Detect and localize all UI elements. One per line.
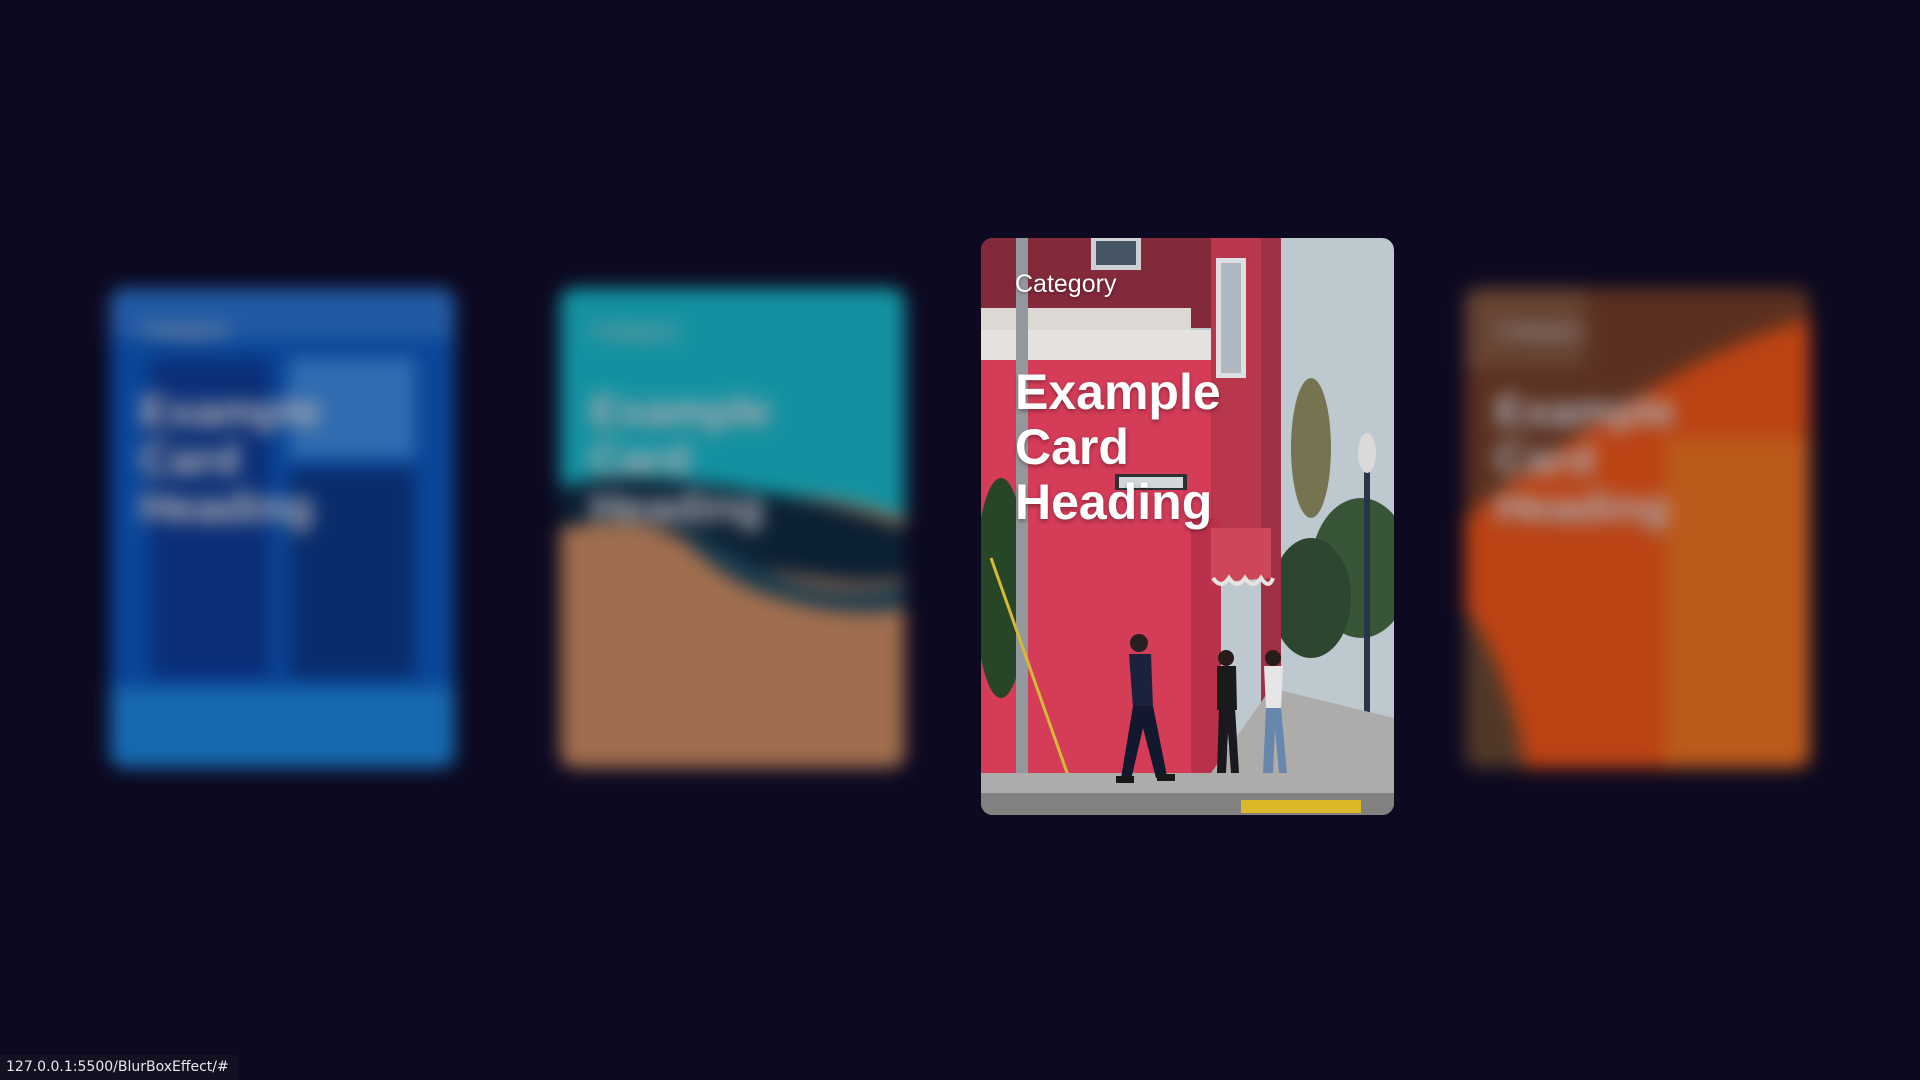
browser-status-url: 127.0.0.1:5500/BlurBoxEffect/# [0, 1055, 238, 1080]
card-4[interactable]: Category Example Card Heading [1465, 288, 1810, 768]
card-heading: Example Card Heading [140, 387, 321, 532]
card-category: Category [590, 318, 680, 343]
card-3[interactable]: Category Example Card Heading [981, 238, 1394, 815]
card-2[interactable]: Category Example Card Heading [560, 288, 905, 768]
card-heading: Example Card Heading [1495, 387, 1676, 532]
card-heading: Example Card Heading [1015, 364, 1221, 530]
card-heading: Example Card Heading [590, 387, 771, 532]
card-1[interactable]: Category Example Card Heading [110, 288, 455, 768]
card-category: Category [1015, 270, 1117, 298]
card-gallery: Category Example Card Heading Category E… [0, 0, 1920, 1080]
card-category: Category [1495, 318, 1585, 343]
card-category: Category [140, 318, 230, 343]
